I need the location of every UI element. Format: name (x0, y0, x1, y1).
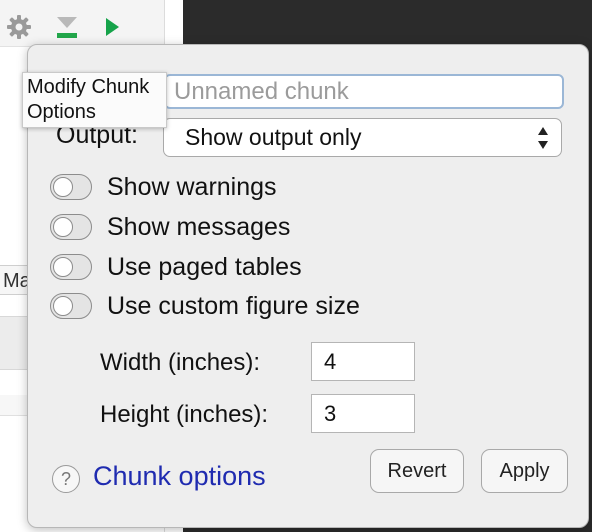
output-select[interactable]: Show output only (163, 118, 562, 157)
select-arrows-icon (537, 125, 549, 151)
tooltip-line-1: Modify Chunk (27, 76, 150, 98)
option-use-paged-tables[interactable]: Use paged tables (50, 251, 302, 283)
use-custom-figure-size-toggle[interactable] (50, 293, 92, 319)
tooltip-line-2: Options (27, 101, 96, 123)
toggle-knob (53, 296, 73, 316)
rstudio-window: Ma Output: Show output only Show warning… (0, 0, 592, 532)
run-chunk-icon[interactable] (104, 16, 120, 38)
show-warnings-label: Show warnings (107, 172, 277, 201)
height-input[interactable] (311, 394, 415, 433)
use-custom-figure-size-label: Use custom figure size (107, 291, 360, 320)
height-label: Height (inches): (100, 401, 269, 428)
use-paged-tables-label: Use paged tables (107, 252, 302, 281)
revert-button[interactable]: Revert (370, 449, 464, 493)
background-row (0, 395, 28, 416)
chunk-name-input[interactable] (164, 74, 564, 109)
toggle-knob (53, 257, 73, 277)
use-paged-tables-toggle[interactable] (50, 254, 92, 280)
background-band (0, 316, 28, 370)
gear-icon[interactable] (6, 14, 32, 40)
run-previous-chunks-icon[interactable] (55, 14, 79, 40)
width-input[interactable] (311, 342, 415, 381)
question-circle-icon[interactable]: ? (52, 465, 80, 493)
apply-button[interactable]: Apply (481, 449, 568, 493)
background-tab[interactable]: Ma (0, 265, 28, 295)
toggle-knob (53, 217, 73, 237)
show-warnings-toggle[interactable] (50, 174, 92, 200)
option-show-warnings[interactable]: Show warnings (50, 171, 277, 203)
toggle-knob (53, 177, 73, 197)
tooltip: Modify Chunk Options (22, 72, 167, 128)
chunk-options-link[interactable]: Chunk options (93, 461, 266, 492)
option-show-messages[interactable]: Show messages (50, 211, 290, 243)
option-use-custom-figure-size[interactable]: Use custom figure size (50, 290, 360, 322)
output-select-value: Show output only (185, 124, 362, 150)
width-label: Width (inches): (100, 349, 261, 376)
show-messages-label: Show messages (107, 212, 291, 241)
chunk-toolbar (0, 0, 164, 47)
show-messages-toggle[interactable] (50, 214, 92, 240)
